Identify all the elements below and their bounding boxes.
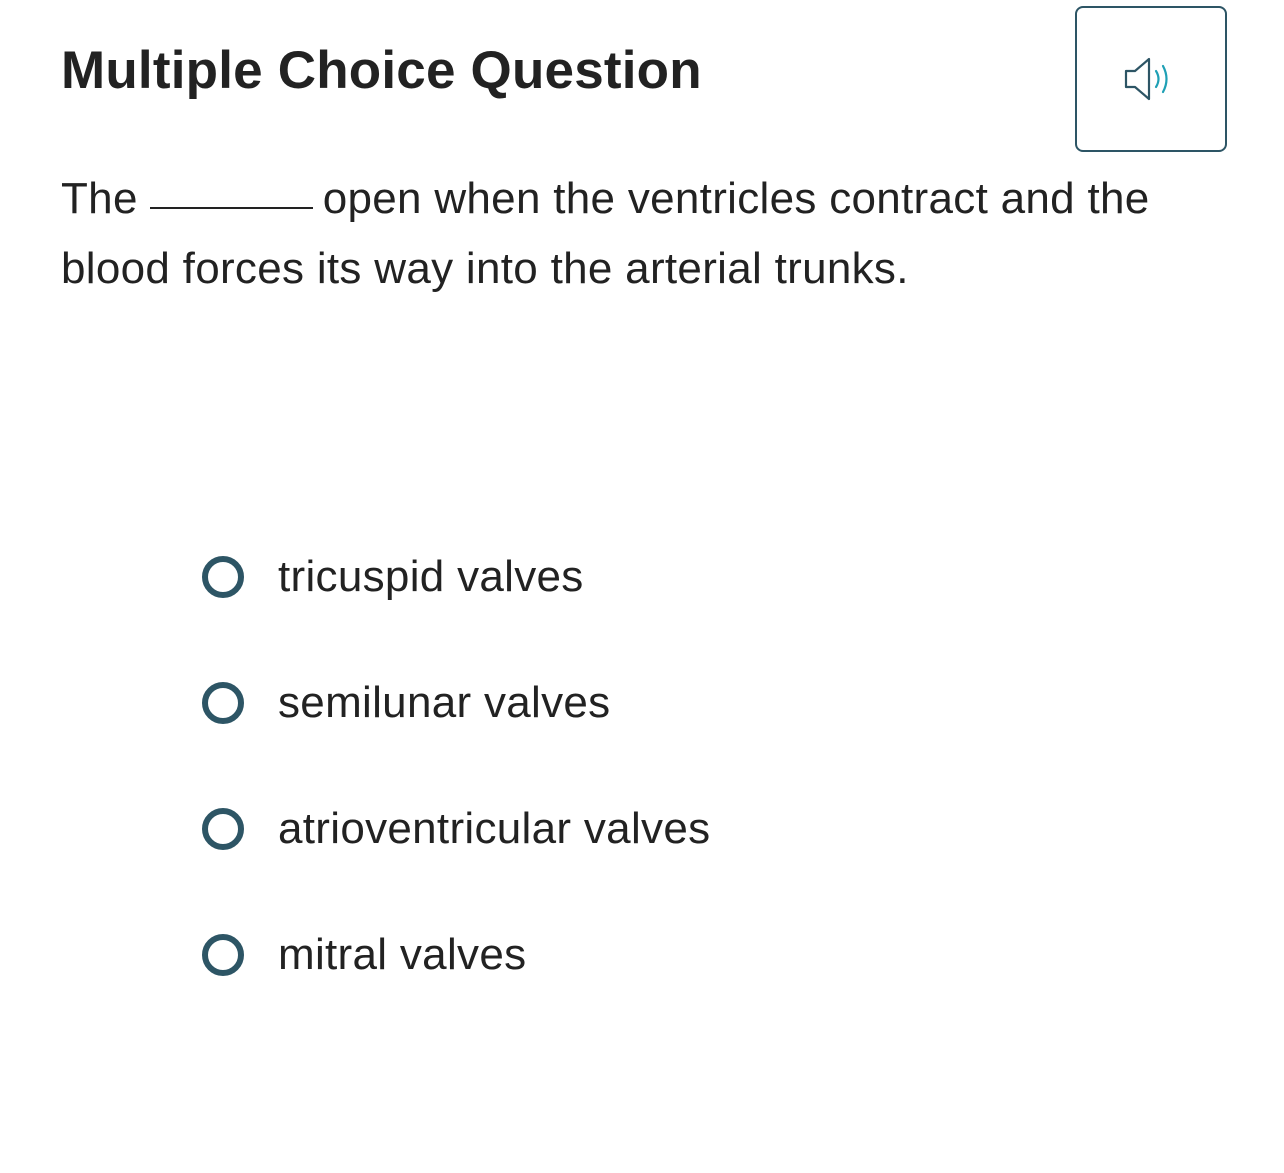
page-title: Multiple Choice Question (61, 41, 702, 100)
answer-blank (149, 207, 313, 209)
option-semilunar-valves[interactable]: semilunar valves (202, 668, 710, 738)
option-label: tricuspid valves (278, 552, 584, 601)
radio-button[interactable] (202, 556, 244, 598)
option-label: mitral valves (278, 930, 527, 979)
question-prompt: The open when the ventricles contract and… (61, 164, 1231, 304)
question-text-start: The (61, 174, 138, 223)
option-tricuspid-valves[interactable]: tricuspid valves (202, 542, 710, 612)
option-label: semilunar valves (278, 678, 611, 727)
radio-button[interactable] (202, 682, 244, 724)
radio-button[interactable] (202, 934, 244, 976)
question-text-end: open when the ventricles contract and th… (61, 174, 1150, 293)
radio-button[interactable] (202, 808, 244, 850)
option-atrioventricular-valves[interactable]: atrioventricular valves (202, 794, 710, 864)
read-aloud-button[interactable] (1075, 6, 1227, 152)
option-label: atrioventricular valves (278, 804, 711, 853)
speaker-volume-icon (1124, 56, 1178, 102)
option-mitral-valves[interactable]: mitral valves (202, 920, 710, 990)
answer-options: tricuspid valves semilunar valves atriov… (202, 542, 710, 1046)
